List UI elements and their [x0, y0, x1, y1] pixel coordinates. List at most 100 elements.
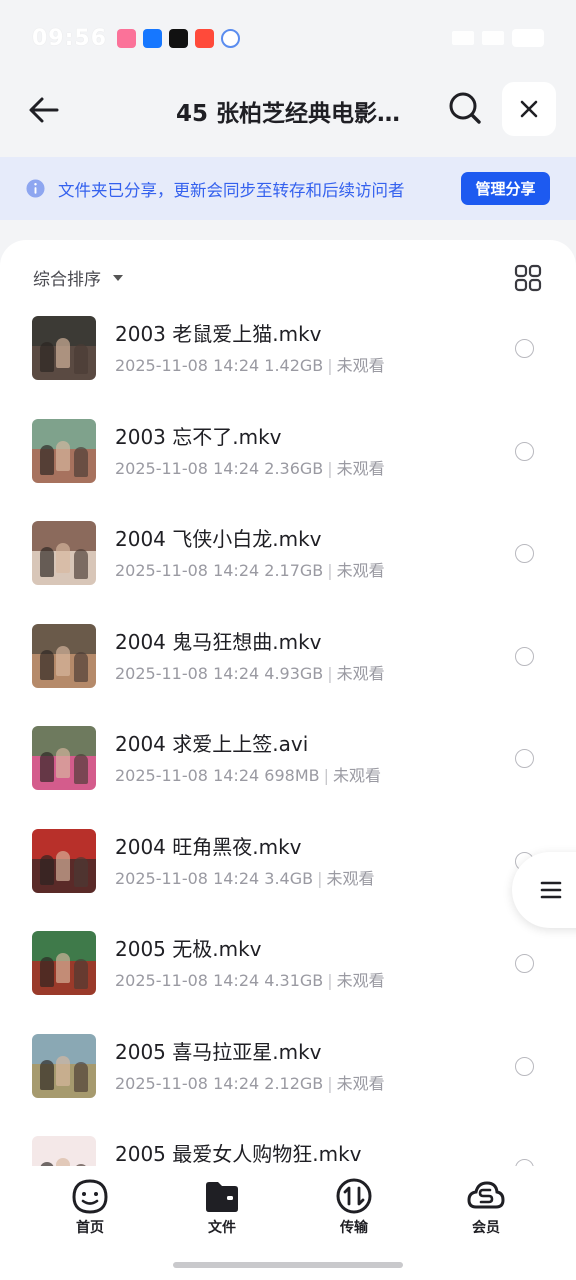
select-checkbox[interactable]: [515, 954, 534, 973]
video-thumbnail: [32, 316, 96, 380]
file-row[interactable]: 2003 老鼠爱上猫.mkv 2025-11-08 14:24 1.42GB | 未观…: [0, 316, 576, 418]
close-icon: [520, 100, 538, 118]
file-name: 2005 无极.mkv: [115, 937, 262, 961]
notification-icon: [221, 28, 241, 48]
sort-dropdown[interactable]: 综合排序: [33, 265, 123, 290]
tab-transfer-label: 传输: [340, 1220, 368, 1236]
file-list-panel: 综合排序 2003 老鼠爱上猫.mkv 2025-11-08 14:24 1.42…: [0, 240, 576, 1280]
back-button[interactable]: [24, 90, 64, 130]
battery-icon: [512, 29, 544, 47]
file-date: 2025-11-08 14:24: [115, 458, 260, 478]
manage-share-button[interactable]: 管理分享: [461, 172, 550, 205]
video-thumbnail: [32, 418, 96, 483]
file-list: 2003 老鼠爱上猫.mkv 2025-11-08 14:24 1.42GB | 未观…: [0, 316, 576, 1166]
video-thumbnail: [32, 623, 96, 688]
file-date: 2025-11-08 14:24: [115, 971, 260, 990]
select-checkbox[interactable]: [515, 441, 534, 461]
file-name: 2005 最爱女人购物狂.mkv: [115, 1142, 362, 1166]
file-date: 2025-11-08 14:24: [115, 356, 260, 375]
meta-separator: |: [327, 663, 333, 683]
file-size: 3.4GB: [264, 868, 314, 888]
home-indicator: [173, 1262, 403, 1268]
status-time: 09:56: [32, 25, 108, 51]
tab-home[interactable]: 首页: [50, 1178, 130, 1238]
search-icon: [449, 92, 481, 124]
meta-separator: |: [327, 356, 333, 375]
video-thumbnail: [32, 726, 96, 790]
file-size: 2.17GB: [264, 561, 324, 580]
file-row[interactable]: 2005 最爱女人购物狂.mkv2025-11-08 14:24: [0, 1136, 576, 1166]
file-meta: 2025-11-08 14:24 2.17GB | 未观看: [115, 557, 385, 581]
watch-status: 未观看: [336, 971, 385, 990]
grid-view-icon[interactable]: [514, 264, 542, 292]
meta-separator: |: [327, 458, 333, 478]
tab-files[interactable]: 文件: [182, 1178, 262, 1238]
listen-app-icon: [195, 28, 215, 48]
select-checkbox[interactable]: [515, 1159, 534, 1166]
file-row[interactable]: 2005 无极.mkv 2025-11-08 14:24 4.31GB | 未观看: [0, 931, 576, 1033]
file-row[interactable]: 2004 飞侠小白龙.mkv 2025-11-08 14:24 2.17GB | 未观…: [0, 521, 576, 623]
select-checkbox[interactable]: [515, 339, 534, 358]
search-button[interactable]: [445, 88, 485, 128]
video-thumbnail: [32, 521, 96, 585]
file-meta: 2025-11-08 14:24 4.93GB | 未观看: [115, 660, 385, 684]
meta-separator: |: [317, 868, 323, 888]
video-thumbnail: [32, 828, 96, 893]
file-row[interactable]: 2005 喜马拉亚星.mkv 2025-11-08 14:24 2.12GB | 未观…: [0, 1033, 576, 1136]
menu-icon: [540, 881, 562, 899]
file-meta: 2025-11-08 14:24 3.4GB | 未观看: [115, 865, 375, 889]
meta-separator: |: [327, 561, 333, 580]
vip-cloud-icon: [467, 1181, 505, 1209]
network-icon: [452, 31, 474, 45]
tab-transfer[interactable]: 传输: [314, 1178, 394, 1238]
alipay-icon: [143, 28, 163, 48]
file-name: 2004 飞侠小白龙.mkv: [115, 527, 322, 551]
tab-vip[interactable]: 会员: [446, 1178, 526, 1238]
file-row[interactable]: 2003 忘不了.mkv 2025-11-08 14:24 2.36GB | 未观看: [0, 418, 576, 521]
watch-status: 未观看: [336, 561, 385, 580]
file-size: 2.36GB: [264, 458, 324, 478]
meta-separator: |: [327, 971, 333, 990]
file-size: 4.31GB: [264, 971, 324, 990]
file-date: 2025-11-08 14:24: [115, 868, 260, 888]
file-name: 2005 喜马拉亚星.mkv: [115, 1039, 322, 1064]
file-name: 2004 求爱上上签.avi: [115, 732, 309, 756]
tab-vip-label: 会员: [472, 1220, 500, 1236]
file-date: 2025-11-08 14:24: [115, 561, 260, 580]
file-size: 698MB: [264, 766, 320, 785]
file-row[interactable]: 2004 鬼马狂想曲.mkv 2025-11-08 14:24 4.93GB | 未观…: [0, 623, 576, 726]
watch-status: 未观看: [336, 1073, 385, 1093]
bilibili-icon: [117, 28, 137, 48]
caret-down-icon: [113, 274, 123, 281]
file-row[interactable]: 2004 求爱上上签.avi 2025-11-08 14:24 698MB | 未观看: [0, 726, 576, 828]
video-thumbnail: [32, 1033, 96, 1098]
bottom-tab-bar: 首页 文件 传输 会员: [0, 1166, 576, 1280]
status-bar: 09:56: [0, 0, 576, 76]
page-title: 45 张柏芝经典电影…: [175, 101, 400, 127]
file-size: 2.12GB: [264, 1073, 324, 1093]
file-name: 2004 鬼马狂想曲.mkv: [115, 629, 322, 654]
info-icon: [26, 179, 45, 198]
file-row[interactable]: 2004 旺角黑夜.mkv 2025-11-08 14:24 3.4GB | 未观看: [0, 828, 576, 931]
status-app-icons: [117, 28, 241, 48]
sort-label: 综合排序: [33, 270, 101, 290]
meta-separator: |: [323, 766, 329, 785]
close-button[interactable]: [502, 82, 556, 136]
tab-files-label: 文件: [208, 1220, 236, 1236]
select-checkbox[interactable]: [515, 544, 534, 563]
file-size: 4.93GB: [264, 663, 324, 683]
watch-status: 未观看: [333, 766, 382, 785]
select-checkbox[interactable]: [515, 749, 534, 768]
file-name: 2004 旺角黑夜.mkv: [115, 834, 302, 859]
file-meta: 2025-11-08 14:24 2.36GB | 未观看: [115, 455, 385, 479]
header: 45 张柏芝经典电影…: [0, 76, 576, 156]
transfer-icon: [336, 1178, 372, 1214]
file-meta: 2025-11-08 14:24 698MB | 未观看: [115, 762, 381, 786]
video-thumbnail: [32, 1136, 96, 1166]
tab-home-label: 首页: [76, 1220, 104, 1236]
watch-status: 未观看: [336, 356, 385, 375]
file-date: 2025-11-08 14:24: [115, 1073, 260, 1093]
select-checkbox[interactable]: [515, 646, 534, 666]
watch-status: 未观看: [326, 868, 375, 888]
select-checkbox[interactable]: [515, 1056, 534, 1076]
